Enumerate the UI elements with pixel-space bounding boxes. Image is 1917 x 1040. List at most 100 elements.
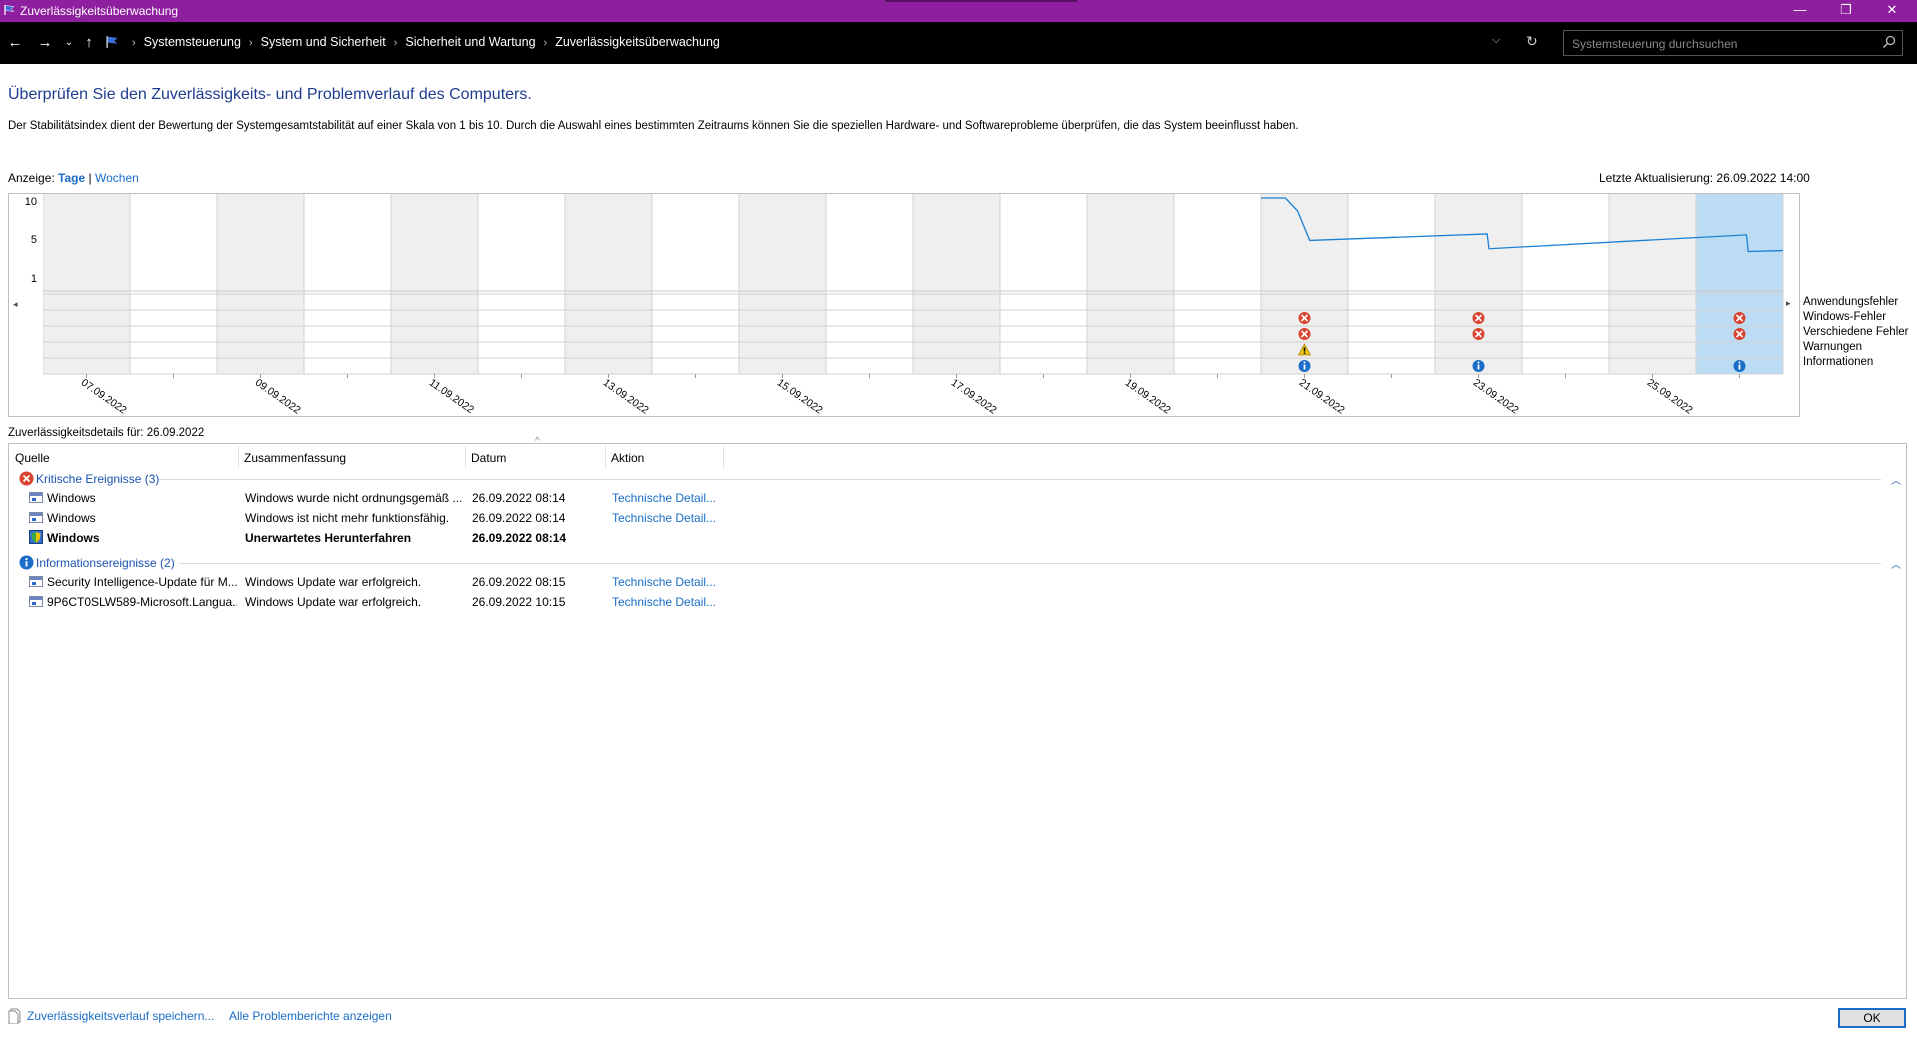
day-column[interactable] — [1435, 194, 1522, 374]
technical-details-link[interactable]: Technische Detail... — [612, 491, 716, 505]
details-table: ^ Quelle Zusammenfassung Datum Aktion Kr… — [8, 436, 1907, 999]
all-reports-link[interactable]: Alle Problemberichte anzeigen — [229, 1009, 392, 1023]
table-row[interactable]: Windows Windows ist nicht mehr funktions… — [9, 508, 1906, 528]
search-icon[interactable] — [1882, 35, 1896, 49]
scroll-right-arrow-icon[interactable]: ▸ — [1786, 298, 1791, 309]
window-icon — [29, 596, 43, 607]
date-label: 17.09.2022 — [949, 377, 999, 416]
table-row[interactable]: 9P6CT0SLW589-Microsoft.Langua... Windows… — [9, 592, 1906, 612]
column-header-zusammenfassung[interactable]: Zusammenfassung — [238, 448, 465, 468]
details-title: Zuverlässigkeitsdetails für: 26.09.2022 — [8, 427, 205, 439]
day-column[interactable] — [1174, 194, 1261, 374]
collapse-chevron-icon[interactable]: ︿ — [1891, 556, 1901, 571]
day-column[interactable] — [565, 194, 652, 374]
info-icon-bar — [1477, 364, 1480, 370]
window-title: Zuverlässigkeitsüberwachung — [20, 4, 179, 18]
technical-details-link[interactable]: Technische Detail... — [612, 595, 716, 609]
cell-source: Windows — [47, 531, 100, 545]
breadcrumb-system-und-sicherheit[interactable]: System und Sicherheit — [261, 35, 386, 49]
table-row[interactable]: Windows Windows wurde nicht ordnungsgemä… — [9, 488, 1906, 508]
day-column[interactable] — [826, 194, 913, 374]
cell-date: 26.09.2022 08:14 — [472, 531, 567, 545]
row-label-windows-fehler: Windows-Fehler — [1803, 311, 1887, 323]
y-tick-label: 1 — [30, 273, 37, 285]
date-label: 11.09.2022 — [427, 377, 476, 416]
cell-date: 26.09.2022 08:14 — [472, 491, 566, 505]
view-selector: Anzeige: Tage | Wochen — [8, 171, 139, 185]
up-arrow-icon[interactable]: ↑ — [80, 33, 98, 53]
minimize-button[interactable]: — — [1777, 0, 1823, 22]
refresh-icon[interactable]: ↻ — [1526, 33, 1538, 50]
column-header-quelle[interactable]: Quelle — [9, 448, 238, 468]
last-update: Letzte Aktualisierung: 26.09.2022 14:00 — [1599, 171, 1810, 185]
day-column[interactable] — [1696, 194, 1783, 374]
day-column[interactable] — [43, 194, 130, 374]
date-label: 23.09.2022 — [1471, 377, 1521, 416]
view-days-link[interactable]: Tage — [58, 171, 85, 185]
table-row[interactable]: Windows Unerwartetes Herunterfahren 26.0… — [9, 528, 1906, 548]
breadcrumb-sicherheit-und-wartung[interactable]: Sicherheit und Wartung — [405, 35, 535, 49]
address-dropdown-icon[interactable]: ⌵ — [1492, 34, 1500, 47]
breadcrumb-systemsteuerung[interactable]: Systemsteuerung — [144, 35, 241, 49]
cell-summary: Windows Update war erfolgreich. — [245, 595, 422, 609]
day-column[interactable] — [478, 194, 565, 374]
breadcrumb-separator: › — [543, 37, 548, 49]
column-divider[interactable] — [723, 446, 724, 468]
technical-details-link[interactable]: Technische Detail... — [612, 511, 716, 525]
save-document-icon — [8, 1008, 21, 1024]
cell-summary: Windows wurde nicht ordnungsgemäß ... — [245, 491, 463, 505]
day-column[interactable] — [1522, 194, 1609, 374]
info-icon-bar — [1738, 364, 1741, 370]
day-column[interactable] — [1000, 194, 1087, 374]
close-button[interactable]: ✕ — [1869, 0, 1915, 22]
search-input[interactable]: Systemsteuerung durchsuchen — [1563, 30, 1903, 56]
day-column[interactable] — [391, 194, 478, 374]
collapse-chevron-icon[interactable]: ︿ — [1891, 472, 1901, 487]
day-column[interactable] — [739, 194, 826, 374]
group-critical-events[interactable]: Kritische Ereignisse (3) — [36, 472, 159, 486]
view-weeks-link[interactable]: Wochen — [95, 171, 139, 185]
day-column[interactable] — [1087, 194, 1174, 374]
cell-date: 26.09.2022 08:15 — [472, 575, 566, 589]
cell-summary: Windows ist nicht mehr funktionsfähig. — [245, 511, 450, 525]
column-header-datum[interactable]: Datum — [465, 448, 605, 468]
reliability-chart[interactable]: 10 5 1 ◂ 07.09.2022 09.09.2022 11.09.2022 1… — [8, 193, 1800, 417]
table-row[interactable]: Security Intelligence-Update für M... Wi… — [9, 572, 1906, 592]
info-icon-bar — [1303, 364, 1306, 370]
footer: Zuverlässigkeitsverlauf speichern... All… — [0, 1000, 1917, 1040]
warning-icon-mark — [1303, 347, 1306, 352]
chart-canvas[interactable]: 07.09.2022 09.09.2022 11.09.2022 13.09.2022… — [43, 194, 1789, 416]
forward-arrow-icon[interactable]: → — [36, 33, 54, 53]
info-icon-dot — [1303, 361, 1306, 364]
day-column[interactable] — [652, 194, 739, 374]
cell-summary: Unerwartetes Herunterfahren — [245, 531, 412, 545]
day-column[interactable] — [304, 194, 391, 374]
group-information-events[interactable]: Informationsereignisse (2) — [36, 556, 175, 570]
row-label-anwendungsfehler: Anwendungsfehler — [1803, 296, 1899, 308]
day-column[interactable] — [217, 194, 304, 374]
maximize-button[interactable]: ❐ — [1823, 0, 1869, 22]
window-icon — [29, 492, 43, 503]
event-row-labels: Anwendungsfehler Windows-Fehler Verschie… — [1803, 295, 1908, 370]
day-column[interactable] — [1609, 194, 1696, 374]
date-label: 25.09.2022 — [1645, 377, 1695, 416]
technical-details-link[interactable]: Technische Detail... — [612, 575, 716, 589]
page-title: Überprüfen Sie den Zuverlässigkeits- und… — [8, 86, 532, 103]
windows-shield-icon — [29, 530, 43, 544]
cell-date: 26.09.2022 10:15 — [472, 595, 566, 609]
group-divider — [159, 479, 1881, 480]
recent-dropdown-icon[interactable]: ⌄ — [60, 33, 78, 53]
day-column[interactable] — [1348, 194, 1435, 374]
row-label-verschiedene-fehler: Verschiedene Fehler — [1803, 326, 1909, 338]
y-tick-label: 5 — [30, 234, 37, 246]
row-label-warnungen: Warnungen — [1803, 341, 1863, 353]
save-history-link[interactable]: Zuverlässigkeitsverlauf speichern... — [27, 1009, 214, 1023]
view-label: Anzeige: — [8, 171, 55, 185]
day-column[interactable] — [130, 194, 217, 374]
breadcrumb-zuverlaessigkeitsueberwachung[interactable]: Zuverlässigkeitsüberwachung — [555, 35, 720, 49]
back-arrow-icon[interactable]: ← — [6, 33, 24, 53]
column-header-aktion[interactable]: Aktion — [605, 448, 723, 468]
day-column[interactable] — [913, 194, 1000, 374]
scroll-left-arrow-icon[interactable]: ◂ — [13, 299, 18, 310]
ok-button[interactable]: OK — [1838, 1008, 1906, 1028]
